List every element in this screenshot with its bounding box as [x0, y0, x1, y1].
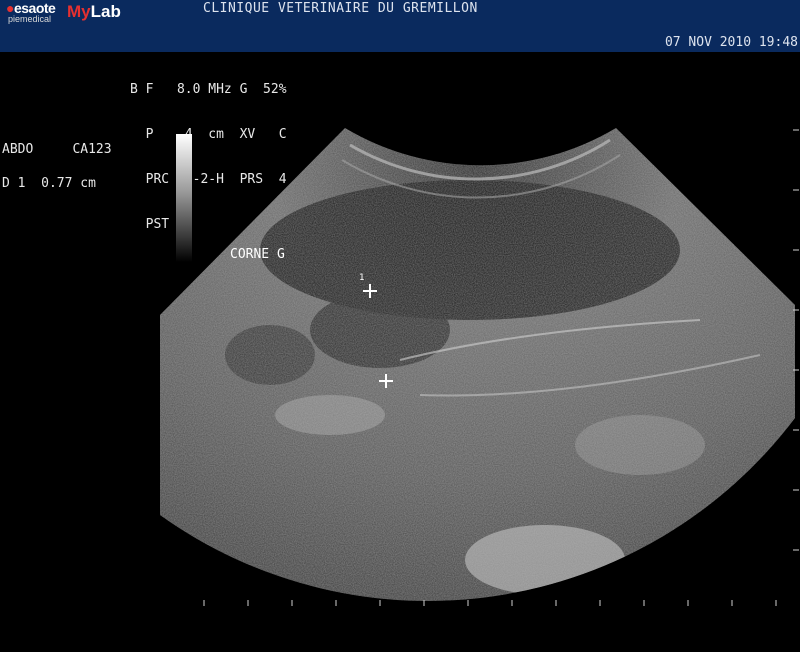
scale-ticks — [203, 129, 799, 606]
image-annotation: CORNE G — [230, 247, 285, 262]
caliper-end-marker[interactable] — [379, 374, 393, 388]
caliper-start-marker[interactable] — [363, 284, 377, 298]
caliper-index: 1 — [359, 273, 365, 283]
